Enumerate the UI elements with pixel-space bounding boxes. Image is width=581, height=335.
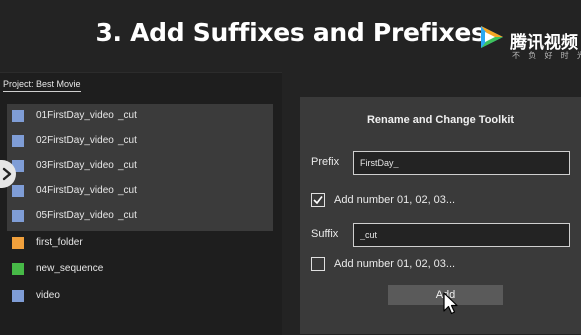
chevron-right-icon bbox=[2, 167, 12, 181]
list-item[interactable]: 04FirstDay_video _cut bbox=[10, 182, 270, 200]
video-clip-icon bbox=[12, 185, 24, 197]
prefix-number-checkbox[interactable] bbox=[311, 193, 325, 207]
toolkit-title: Rename and Change Toolkit bbox=[366, 114, 515, 126]
suffix-label: Suffix bbox=[311, 228, 339, 240]
item-suffix: _cut bbox=[118, 210, 137, 221]
video-clip-icon bbox=[12, 110, 24, 122]
item-name: first_folder bbox=[36, 237, 83, 248]
item-name: 02FirstDay_video bbox=[36, 135, 114, 146]
item-suffix: _cut bbox=[118, 185, 137, 196]
list-item[interactable]: new_sequence bbox=[10, 260, 270, 278]
suffix-input[interactable] bbox=[353, 223, 570, 247]
suffix-number-label: Add number 01, 02, 03... bbox=[334, 258, 456, 270]
item-name: 05FirstDay_video bbox=[36, 210, 114, 221]
tencent-video-logo-icon bbox=[481, 26, 503, 48]
project-tab[interactable]: Project: Best Movie bbox=[3, 79, 81, 92]
item-suffix: _cut bbox=[118, 135, 137, 146]
item-name: 03FirstDay_video bbox=[36, 160, 114, 171]
item-name: video bbox=[36, 290, 60, 301]
item-suffix: _cut bbox=[118, 160, 137, 171]
video-clip-icon bbox=[12, 290, 24, 302]
prefix-number-label: Add number 01, 02, 03... bbox=[334, 194, 456, 206]
sequence-icon bbox=[12, 263, 24, 275]
suffix-number-checkbox[interactable] bbox=[311, 257, 325, 271]
prefix-input[interactable] bbox=[353, 151, 570, 175]
video-clip-icon bbox=[12, 210, 24, 222]
list-item[interactable]: video bbox=[10, 287, 270, 305]
list-item[interactable]: 02FirstDay_video _cut bbox=[10, 132, 270, 150]
item-suffix: _cut bbox=[118, 110, 137, 121]
checkmark-icon bbox=[313, 196, 323, 205]
item-name: 01FirstDay_video bbox=[36, 110, 114, 121]
list-item[interactable]: 01FirstDay_video _cut bbox=[10, 107, 270, 125]
video-clip-icon bbox=[12, 135, 24, 147]
item-name: 04FirstDay_video bbox=[36, 185, 114, 196]
item-name: new_sequence bbox=[36, 263, 104, 274]
list-item[interactable]: 05FirstDay_video _cut bbox=[10, 207, 270, 225]
prefix-label: Prefix bbox=[311, 156, 340, 168]
list-item[interactable]: 03FirstDay_video _cut bbox=[10, 157, 270, 175]
watermark-slogan: 不 负 好 时 光 bbox=[512, 51, 581, 60]
rename-toolkit-panel: Rename and Change Toolkit Prefix Add num… bbox=[300, 97, 581, 334]
project-panel: Project: Best Movie 01FirstDay_video _cu… bbox=[0, 72, 282, 335]
mouse-pointer-icon bbox=[443, 292, 458, 315]
list-item[interactable]: first_folder bbox=[10, 234, 270, 252]
tencent-video-watermark: 腾讯视频 不 负 好 时 光 bbox=[478, 24, 581, 64]
folder-icon bbox=[12, 237, 24, 249]
